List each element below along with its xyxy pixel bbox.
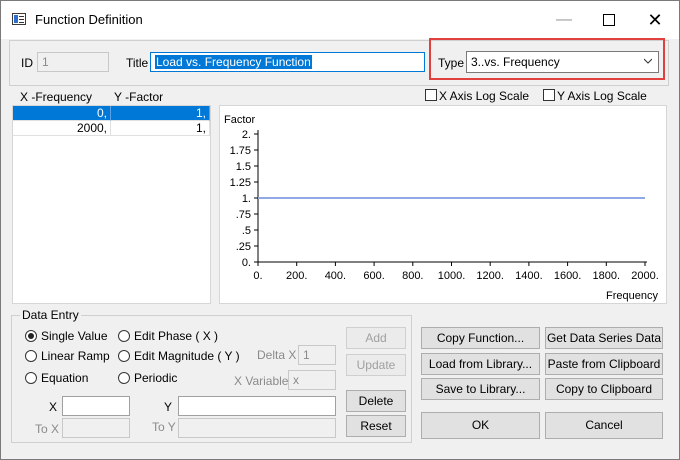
to-x-field[interactable] (62, 418, 130, 438)
add-button[interactable]: Add (346, 327, 406, 349)
x-tick-label: 1000. (438, 270, 466, 282)
function-chart: 0. .25 .5 .75 1. 1.25 1.5 1.75 2. 0. 200. 400. 600. 8… (219, 105, 667, 304)
x-tick-label: 0. (253, 270, 262, 282)
id-label: ID (21, 56, 33, 70)
x-value-field[interactable] (62, 396, 130, 416)
to-y-field[interactable] (178, 418, 336, 438)
type-label: Type (438, 56, 465, 70)
y-tick-label: 0. (242, 257, 251, 269)
save-to-library-button[interactable]: Save to Library... (421, 378, 540, 400)
title-bar[interactable]: Function Definition — ✕ (1, 1, 679, 39)
title-field-text: Load vs. Frequency Function (155, 55, 312, 69)
update-button[interactable]: Update (346, 354, 406, 376)
linear-ramp-label: Linear Ramp (41, 349, 110, 363)
id-field[interactable]: 1 (37, 52, 109, 72)
to-y-label: To Y (152, 420, 176, 434)
table-row[interactable]: 2000, 1, (13, 121, 210, 136)
delta-x-label: Delta X (257, 348, 297, 362)
equation-label: Equation (41, 371, 89, 385)
x-tick-label: 1200. (476, 270, 504, 282)
delete-button[interactable]: Delete (346, 390, 406, 412)
delta-x-field[interactable]: 1 (298, 345, 336, 365)
x-tick-label: 600. (363, 270, 384, 282)
x-tick-label: 200. (286, 270, 307, 282)
edit-phase-radio[interactable] (118, 330, 130, 342)
load-from-library-button[interactable]: Load from Library... (421, 353, 540, 375)
single-value-label: Single Value (41, 329, 108, 343)
column-header-x: X -Frequency (20, 90, 93, 104)
reset-button[interactable]: Reset (346, 415, 406, 437)
minimize-button[interactable]: — (541, 1, 587, 39)
x-variable-label: X Variable (234, 374, 289, 388)
table-row[interactable]: 0, 1, (13, 106, 210, 121)
linear-ramp-radio[interactable] (25, 350, 37, 362)
y-log-scale-label: Y Axis Log Scale (557, 89, 647, 103)
get-data-series-button[interactable]: Get Data Series Data (545, 327, 663, 349)
function-definition-dialog: Function Definition — ✕ ID 1 Title Load … (0, 0, 680, 460)
table-cell-y[interactable]: 1, (111, 106, 210, 121)
chevron-down-icon (644, 58, 652, 64)
x-tick-label: 400. (325, 270, 346, 282)
x-log-scale-checkbox[interactable] (425, 89, 437, 101)
data-table[interactable]: 0, 1, 2000, 1, (12, 105, 211, 304)
x-log-scale-label: X Axis Log Scale (439, 89, 530, 103)
y-tick-label: 1.75 (230, 145, 251, 157)
y-value-field[interactable] (178, 396, 336, 416)
x-axis-label: Frequency (606, 290, 658, 302)
edit-magnitude-label: Edit Magnitude ( Y ) (134, 349, 240, 363)
y-axis-label: Factor (224, 114, 256, 126)
title-field[interactable]: Load vs. Frequency Function (150, 52, 425, 72)
data-entry-title: Data Entry (20, 308, 81, 322)
maximize-icon (603, 13, 615, 26)
x-tick-label: 1600. (554, 270, 582, 282)
periodic-label: Periodic (134, 371, 178, 385)
close-button[interactable]: ✕ (632, 1, 678, 39)
x-tick-label: 1400. (515, 270, 543, 282)
y-tick-label: 1.5 (236, 161, 251, 173)
x-variable-field[interactable]: x (288, 370, 336, 390)
periodic-radio[interactable] (118, 372, 130, 384)
title-label: Title (126, 56, 149, 70)
equation-radio[interactable] (25, 372, 37, 384)
to-x-label: To X (35, 422, 60, 436)
y-tick-label: 2. (242, 129, 251, 141)
y-tick-label: .5 (242, 225, 251, 237)
chart-svg: 0. .25 .5 .75 1. 1.25 1.5 1.75 2. 0. 200. 400. 600. 8… (224, 114, 659, 302)
x-tick-label: 800. (402, 270, 423, 282)
edit-magnitude-radio[interactable] (118, 350, 130, 362)
ok-button[interactable]: OK (421, 412, 540, 439)
table-cell-y[interactable]: 1, (111, 121, 210, 136)
x-tick-label: 2000. (631, 270, 659, 282)
y-log-scale-checkbox[interactable] (543, 89, 555, 101)
y-value-label: Y (164, 400, 173, 414)
single-value-radio[interactable] (25, 330, 37, 342)
column-header-y: Y -Factor (114, 90, 164, 104)
copy-to-clipboard-button[interactable]: Copy to Clipboard (545, 378, 663, 400)
maximize-button[interactable] (586, 1, 632, 39)
table-cell-x[interactable]: 0, (13, 106, 111, 121)
copy-function-button[interactable]: Copy Function... (421, 327, 540, 349)
edit-phase-label: Edit Phase ( X ) (134, 329, 219, 343)
table-cell-x[interactable]: 2000, (13, 121, 111, 136)
app-window-icon (12, 13, 26, 25)
cancel-button[interactable]: Cancel (545, 412, 663, 439)
y-tick-label: 1. (242, 193, 251, 205)
window-title: Function Definition (35, 12, 143, 27)
y-tick-label: 1.25 (230, 177, 251, 189)
paste-from-clipboard-button[interactable]: Paste from Clipboard (545, 353, 663, 375)
type-dropdown-value: 3..vs. Frequency (471, 55, 560, 69)
y-tick-label: .25 (236, 241, 251, 253)
x-tick-label: 1800. (593, 270, 621, 282)
type-dropdown[interactable]: 3..vs. Frequency (466, 51, 659, 73)
y-tick-label: .75 (236, 209, 251, 221)
x-value-label: X (49, 400, 58, 414)
